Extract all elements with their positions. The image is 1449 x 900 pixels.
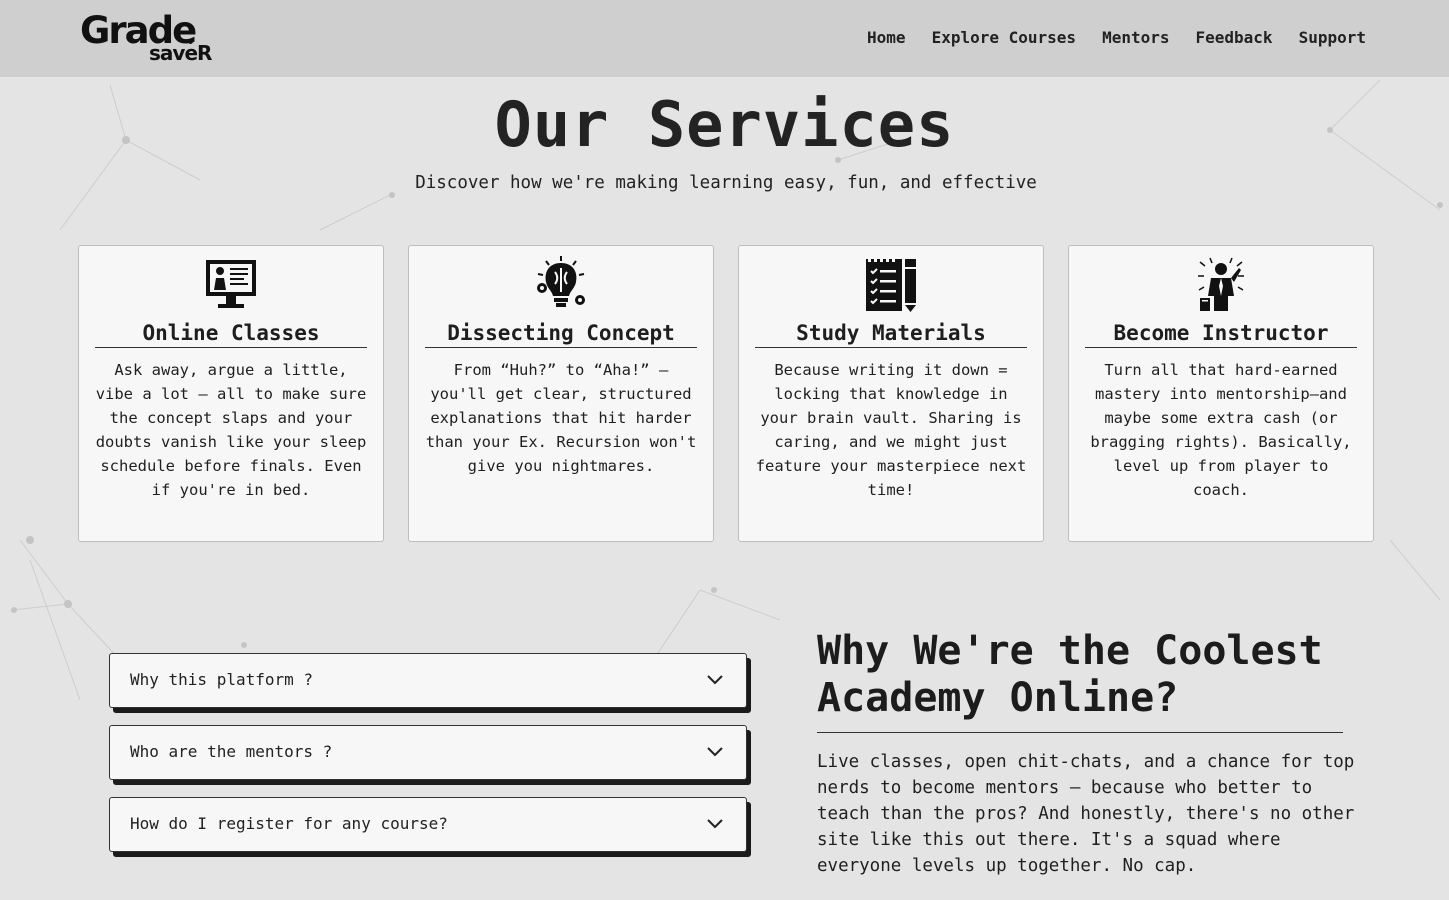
service-card-dissecting-concept: Dissecting Concept From “Huh?” to “Aha!”… — [408, 245, 714, 542]
online-classes-icon — [206, 260, 256, 308]
faq-item-who-are-the-mentors[interactable]: Who are the mentors ? — [109, 725, 747, 780]
nav-link-explore-courses[interactable]: Explore Courses — [932, 28, 1077, 47]
card-title: Become Instructor — [1085, 320, 1357, 348]
card-text: Turn all that hard-earned mastery into m… — [1090, 361, 1352, 499]
faq-question: How do I register for any course? — [130, 814, 448, 833]
nav-link-mentors[interactable]: Mentors — [1102, 28, 1169, 47]
card-text: Because writing it down = locking that k… — [755, 361, 1027, 499]
card-text: From “Huh?” to “Aha!” — you'll get clear… — [425, 361, 697, 475]
main-nav: Home Explore Courses Mentors Feedback Su… — [867, 28, 1366, 47]
nav-link-support[interactable]: Support — [1299, 28, 1366, 47]
why-section-title: Why We're the Coolest Academy Online? — [817, 628, 1323, 721]
faq-item-why-this-platform[interactable]: Why this platform ? — [109, 653, 747, 708]
top-navbar: Grade saveR Home Explore Courses Mentors… — [0, 0, 1449, 77]
services-subtitle: Discover how we're making learning easy,… — [415, 173, 1037, 193]
chevron-down-icon[interactable] — [706, 673, 724, 687]
nav-link-feedback[interactable]: Feedback — [1196, 28, 1273, 47]
nav-link-home[interactable]: Home — [867, 28, 906, 47]
logo-text-bottom: saveR — [149, 41, 212, 65]
why-section-text: Live classes, open chit-chats, and a cha… — [817, 752, 1355, 876]
card-text: Ask away, argue a little, vibe a lot — a… — [95, 361, 367, 499]
services-title: Our Services — [494, 88, 955, 161]
service-card-study-materials: Study Materials Because writing it down … — [738, 245, 1044, 542]
card-title: Study Materials — [755, 320, 1027, 348]
become-instructor-icon — [1198, 257, 1244, 311]
faq-question: Who are the mentors ? — [130, 742, 333, 761]
faq-item-how-to-register[interactable]: How do I register for any course? — [109, 797, 747, 852]
dissecting-concept-icon — [537, 256, 585, 307]
card-title: Dissecting Concept — [425, 320, 697, 348]
gradesaver-logo[interactable]: Grade saveR — [80, 12, 220, 66]
faq-question: Why this platform ? — [130, 670, 314, 689]
service-card-online-classes: Online Classes Ask away, argue a little,… — [78, 245, 384, 542]
chevron-down-icon[interactable] — [706, 745, 724, 759]
chevron-down-icon[interactable] — [706, 817, 724, 831]
why-section-divider — [817, 732, 1343, 733]
study-materials-icon — [866, 257, 916, 312]
service-card-become-instructor: Become Instructor Turn all that hard-ear… — [1068, 245, 1374, 542]
card-title: Online Classes — [95, 320, 367, 348]
